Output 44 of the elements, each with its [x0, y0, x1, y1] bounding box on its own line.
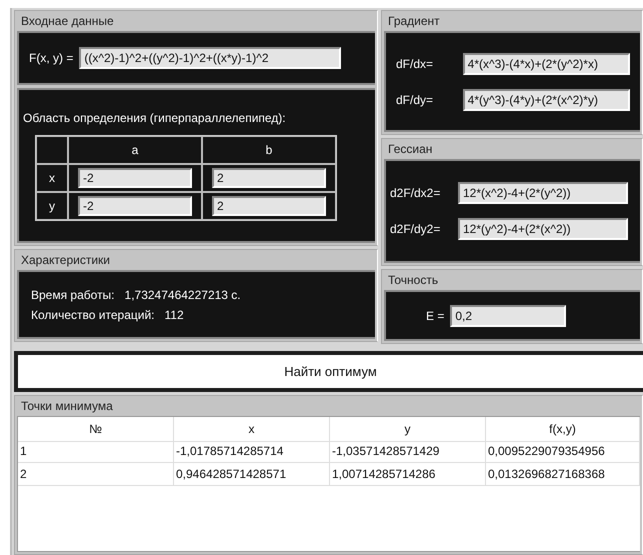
table-cell: -1,03571428571429: [330, 440, 486, 463]
column-header: a: [132, 142, 138, 156]
stat-value: 112: [164, 308, 184, 322]
field-label: d2F/dx2=: [390, 186, 442, 200]
group-title: Точность: [387, 272, 440, 289]
formula-field[interactable]: 12*(x^2)-4+(2*(y^2)): [458, 182, 628, 204]
function-label: F(x, y) =: [29, 51, 74, 65]
function-field[interactable]: ((x^2)-1)^2+((y^2)-1)^2+((x*y)-1)^2: [79, 47, 342, 69]
field-label: dF/dx=: [396, 56, 434, 70]
column-header: y: [330, 417, 486, 442]
bound-field[interactable]: -2: [78, 168, 192, 188]
column-header: b: [266, 142, 272, 156]
table-cell: 0,946428571428571: [174, 463, 330, 486]
formula-field[interactable]: 4*(x^3)-(4*x)+(2*(y^2)*x): [462, 52, 630, 74]
column-header: f(x,y): [486, 417, 640, 442]
table-cell: 0,0095229079354956: [486, 440, 640, 463]
bound-field[interactable]: -2: [78, 196, 192, 216]
group-title: Градиент: [387, 13, 441, 30]
find-optimum-button[interactable]: Найти оптимум: [14, 351, 643, 392]
table-cell: -1,01785714285714: [174, 440, 330, 463]
bound-field[interactable]: 2: [212, 168, 326, 188]
row-label: y: [49, 198, 55, 212]
field-label: d2F/dy2=: [390, 222, 442, 236]
table-cell: 0,0132696827168368: [486, 463, 640, 486]
bound-field[interactable]: 2: [212, 196, 326, 216]
table-cell: 2: [18, 463, 174, 486]
stat-label: Время работы:: [31, 288, 115, 302]
column-header: x: [174, 417, 330, 442]
stat-label: Количество итераций:: [31, 308, 154, 322]
column-header: №: [18, 417, 174, 442]
formula-field[interactable]: 4*(y^3)-(4*y)+(2*(x^2)*y): [462, 88, 630, 110]
group-title: Характеристики: [20, 252, 111, 269]
table-cell: 1,00714285714286: [330, 463, 486, 486]
group-title: Входнае данные: [20, 13, 115, 30]
domain-caption: Область определения (гиперпараллелепипед):: [23, 110, 287, 124]
group-title: Гессиан: [387, 141, 434, 158]
accuracy-field[interactable]: 0,2: [450, 304, 566, 326]
stat-value: 1,73247464227213 с.: [124, 288, 241, 302]
field-label: E =: [426, 308, 444, 322]
row-label: x: [49, 170, 55, 184]
table-cell: 1: [18, 440, 174, 463]
formula-field[interactable]: 12*(y^2)-4+(2*(x^2)): [458, 218, 628, 240]
field-label: dF/dy=: [396, 92, 434, 106]
group-title: Точки минимума: [20, 398, 114, 415]
